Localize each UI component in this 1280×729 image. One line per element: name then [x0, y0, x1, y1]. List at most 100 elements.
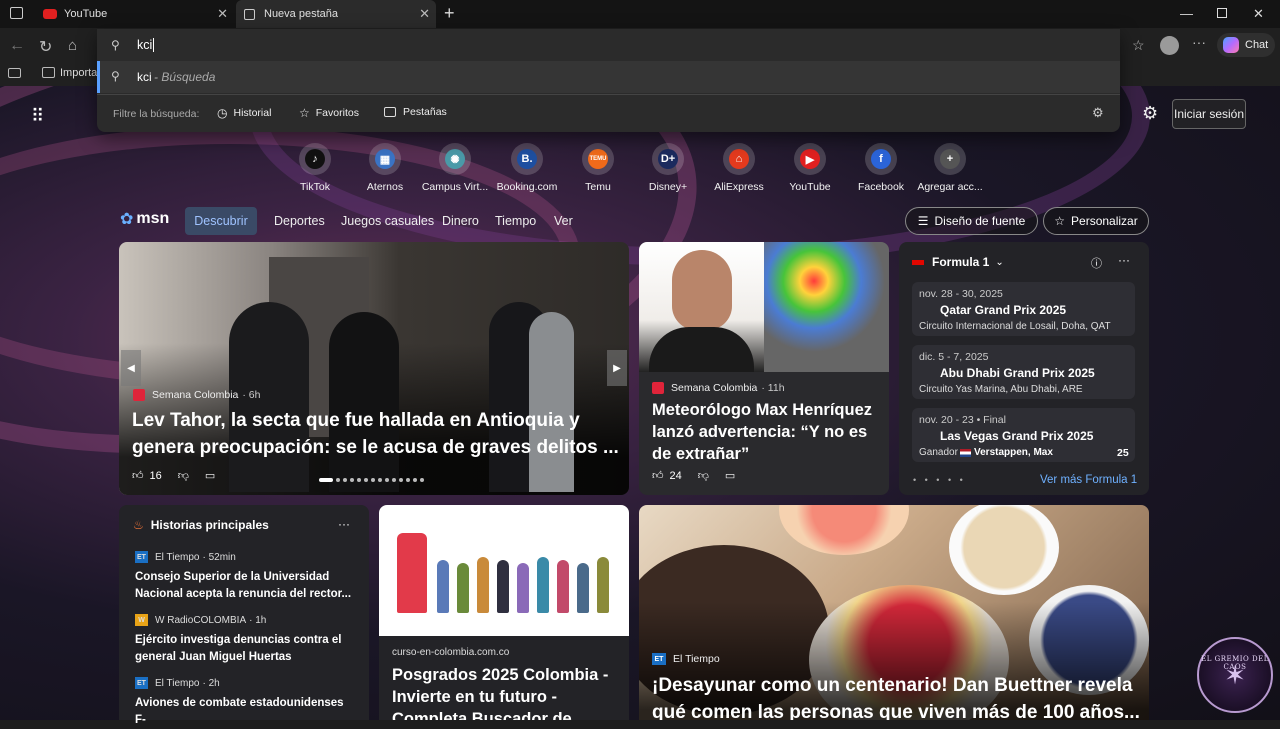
source-logo-icon: W — [135, 614, 148, 626]
carousel-dot[interactable] — [357, 478, 361, 482]
apps-grid-icon[interactable]: ⠿ — [31, 106, 44, 127]
profile-avatar[interactable] — [1160, 36, 1179, 55]
like-icon[interactable]: 👍︎ — [652, 469, 664, 482]
list-item[interactable]: ET El Tiempo · 52min Consejo Superior de la… — [135, 551, 357, 603]
close-tab-icon[interactable]: ✕ — [217, 6, 228, 22]
shortcut-tile[interactable]: + Agregar acc... — [909, 143, 991, 193]
search-icon: ⚲ — [111, 69, 120, 83]
race-name: Qatar Grand Prix 2025 — [940, 303, 1067, 317]
font-design-label: Diseño de fuente — [934, 214, 1026, 228]
f1-race-item[interactable]: nov. 28 - 30, 2025 Qatar Grand Prix 2025… — [912, 282, 1135, 336]
dislike-icon[interactable]: 👎︎ — [698, 469, 709, 482]
filter-tabs-label: Pestañas — [403, 106, 447, 118]
home-icon[interactable]: ⌂ — [68, 37, 77, 54]
tab-new-tab[interactable]: Nueva pestaña ✕ — [236, 0, 436, 28]
more-menu-icon[interactable]: ··· — [1192, 34, 1206, 50]
shortcut-label: AliExpress — [714, 181, 764, 193]
maximize-icon[interactable] — [1217, 8, 1227, 18]
carousel-next-icon[interactable]: ▶ — [607, 350, 627, 386]
carousel-dot[interactable] — [399, 478, 403, 482]
shortcut-tile[interactable]: D+ Disney+ — [627, 143, 709, 193]
shortcut-tile[interactable]: ⌂ AliExpress — [698, 143, 780, 193]
shortcut-tile[interactable]: ✺ Campus Virt... — [414, 143, 496, 193]
page-settings-icon[interactable]: ⚙ — [1142, 103, 1158, 124]
f1-logo-icon — [912, 259, 924, 265]
like-icon[interactable]: 👍︎ — [132, 469, 144, 482]
food-news-card[interactable]: ET El Tiempo ¡Desayunar como un centenar… — [639, 505, 1149, 720]
search-settings-icon[interactable]: ⚙ — [1092, 105, 1104, 121]
shortcut-tile[interactable]: ▶ YouTube — [769, 143, 851, 193]
food-headline[interactable]: ¡Desayunar como un centenario! Dan Buett… — [652, 672, 1142, 720]
tab-juegos-casuales[interactable]: Juegos casuales — [341, 214, 434, 228]
shortcut-icon: ✺ — [439, 143, 471, 175]
hero-news-card[interactable]: ◀ ▶ Semana Colombia · 6h Lev Tahor, la s… — [119, 242, 629, 495]
f1-race-item[interactable]: dic. 5 - 7, 2025 Abu Dhabi Grand Prix 20… — [912, 345, 1135, 399]
new-tab-plus-icon[interactable]: + — [444, 3, 455, 24]
weather-headline[interactable]: Meteorólogo Max Henríquez lanzó adverten… — [652, 399, 880, 465]
carousel-dot[interactable] — [350, 478, 354, 482]
signin-button[interactable]: Iniciar sesión — [1172, 99, 1246, 129]
comment-icon[interactable]: ▭ — [205, 469, 215, 482]
tab-ver[interactable]: Ver — [554, 214, 573, 228]
f1-race-item[interactable]: nov. 20 - 23 • Final Las Vegas Grand Pri… — [912, 408, 1135, 462]
list-item[interactable]: W W RadioCOLOMBIA · 1h Ejército investiga d… — [135, 614, 357, 666]
filter-favorites[interactable]: ☆ Favoritos — [299, 106, 359, 120]
filter-tabs[interactable]: Pestañas — [384, 106, 447, 118]
reading-icon[interactable] — [8, 68, 21, 78]
carousel-dot[interactable] — [343, 478, 347, 482]
more-options-icon[interactable]: ··· — [338, 517, 350, 531]
carousel-dot[interactable] — [385, 478, 389, 482]
msn-logo[interactable]: ✿ msn — [120, 209, 169, 229]
list-item[interactable]: ET El Tiempo · 2h Aviones de combate estado… — [135, 677, 357, 729]
close-window-icon[interactable]: ✕ — [1253, 6, 1264, 22]
tab-deportes[interactable]: Deportes — [274, 214, 325, 228]
minimize-icon[interactable]: — — [1180, 6, 1193, 21]
person-figure — [457, 563, 469, 613]
carousel-prev-icon[interactable]: ◀ — [121, 350, 141, 386]
winner-label: Ganador — [919, 447, 958, 458]
workspaces-icon[interactable] — [10, 7, 23, 19]
shortcut-icon: D+ — [652, 143, 684, 175]
more-options-icon[interactable]: ··· — [1118, 253, 1130, 267]
search-suggestion[interactable]: ⚲ kci - Búsqueda — [97, 61, 1120, 93]
source-name: Semana Colombia — [152, 389, 239, 401]
tab-dinero[interactable]: Dinero — [442, 214, 479, 228]
font-design-button[interactable]: ☰ Diseño de fuente — [905, 207, 1038, 235]
chat-button[interactable]: Chat — [1217, 33, 1275, 57]
carousel-dot[interactable] — [420, 478, 424, 482]
import-bookmark[interactable]: Importar — [60, 67, 101, 79]
carousel-dot[interactable] — [371, 478, 375, 482]
shortcut-tile[interactable]: B. Booking.com — [486, 143, 568, 193]
refresh-icon[interactable]: ↻ — [39, 37, 52, 57]
weather-news-card[interactable]: Semana Colombia · 11h Meteorólogo Max He… — [639, 242, 889, 495]
hero-headline[interactable]: Lev Tahor, la secta que fue hallada en A… — [132, 407, 622, 461]
comment-icon[interactable]: ▭ — [725, 469, 735, 482]
close-tab-icon[interactable]: ✕ — [419, 6, 430, 22]
info-icon[interactable]: ⓘ — [1091, 255, 1102, 271]
carousel-dot[interactable] — [413, 478, 417, 482]
carousel-dot[interactable] — [392, 478, 396, 482]
ad-card[interactable]: curso-en-colombia.com.co Posgrados 2025 … — [379, 505, 629, 720]
more-f1-link[interactable]: Ver más Formula 1 — [1040, 474, 1137, 486]
chevron-down-icon[interactable]: ⌄ — [995, 257, 1003, 268]
semana-logo-icon — [133, 389, 145, 401]
filter-history[interactable]: ◷ Historial — [217, 106, 271, 120]
dislike-icon[interactable]: 👎︎ — [178, 469, 189, 482]
carousel-dot[interactable] — [406, 478, 410, 482]
carousel-dots[interactable] — [319, 478, 424, 482]
personalize-button[interactable]: ☆ Personalizar — [1043, 207, 1149, 235]
carousel-dot[interactable] — [378, 478, 382, 482]
carousel-dot[interactable] — [364, 478, 368, 482]
tab-youtube[interactable]: YouTube ✕ — [36, 0, 234, 28]
tab-descubrir[interactable]: Descubrir — [185, 207, 257, 235]
carousel-dot[interactable] — [336, 478, 340, 482]
f1-pagination-dots[interactable]: • • • • • — [913, 475, 966, 485]
address-input[interactable]: kci — [137, 38, 152, 52]
back-icon[interactable]: ← — [9, 37, 25, 55]
shortcut-icon: ▶ — [794, 143, 826, 175]
news-photo — [639, 242, 764, 372]
tab-tiempo[interactable]: Tiempo — [495, 214, 536, 228]
f1-title[interactable]: Formula 1 — [932, 255, 989, 269]
ad-headline[interactable]: Posgrados 2025 Colombia - Invierte en tu… — [392, 664, 617, 720]
favorites-icon[interactable]: ☆ — [1132, 37, 1145, 54]
